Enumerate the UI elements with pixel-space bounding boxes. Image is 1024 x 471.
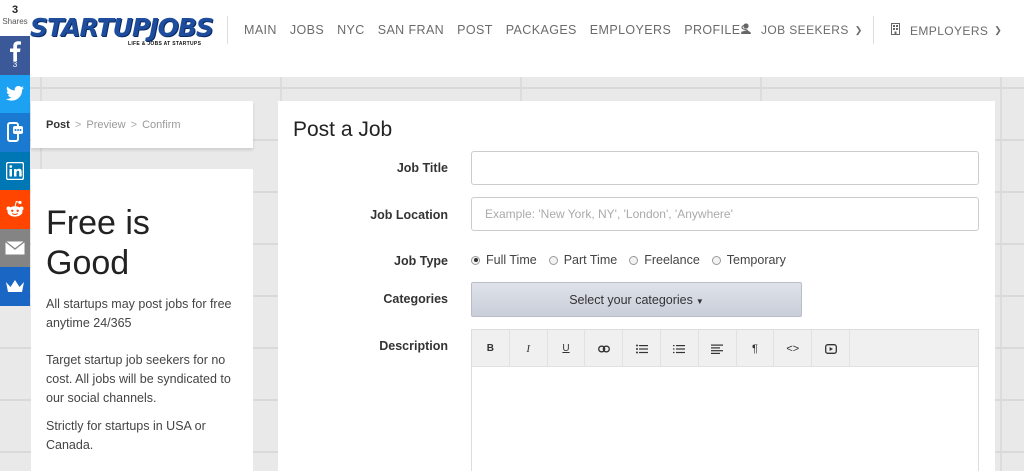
twitter-share-button[interactable] xyxy=(0,74,30,113)
bold-button[interactable]: B xyxy=(472,330,510,367)
breadcrumb-separator: > xyxy=(130,119,138,131)
nav-employers[interactable]: EMPLOYERS xyxy=(590,23,671,37)
paragraph-button[interactable]: ¶ xyxy=(737,330,775,367)
logo-tagline: LIFE & JOBS AT STARTUPS xyxy=(128,41,202,47)
chevron-down-icon: ❯ xyxy=(994,25,1003,35)
breadcrumb-preview: Preview xyxy=(86,119,126,131)
description-editor: B I U ¶ <> xyxy=(471,329,979,471)
caret-down-icon: ▼ xyxy=(695,296,704,306)
breadcrumb: Post > Preview > Confirm xyxy=(31,101,253,148)
header-divider-2 xyxy=(873,16,874,44)
job-type-label: Job Type xyxy=(394,254,448,268)
job-type-full-time[interactable]: Full Time xyxy=(471,253,537,267)
description-label: Description xyxy=(379,339,448,353)
nav-packages[interactable]: PACKAGES xyxy=(506,23,577,37)
sms-icon xyxy=(7,122,23,143)
editor-toolbar: B I U ¶ <> xyxy=(472,330,978,367)
facebook-share-button[interactable]: 3 xyxy=(0,36,30,75)
sms-share-button[interactable] xyxy=(0,113,30,152)
code-button[interactable]: <> xyxy=(774,330,813,367)
email-icon xyxy=(5,240,25,255)
promo-headline-line2: Good xyxy=(46,244,130,282)
post-job-form: Post a Job Job Title Job Location Job Ty… xyxy=(278,101,995,471)
categories-dropdown-button[interactable]: Select your categories ▼ xyxy=(471,282,802,317)
job-type-freelance[interactable]: Freelance xyxy=(629,253,700,267)
link-button[interactable] xyxy=(585,330,624,367)
video-button[interactable] xyxy=(812,330,850,367)
radio-selected[interactable] xyxy=(471,255,480,265)
job-location-label: Job Location xyxy=(370,208,448,222)
linkedin-icon xyxy=(6,161,24,180)
employers-dropdown[interactable]: EMPLOYERS ❯ xyxy=(891,23,1002,38)
radio-label: Temporary xyxy=(726,253,786,267)
twitter-icon xyxy=(6,86,24,101)
job-seekers-dropdown[interactable]: JOB SEEKERS ❯ xyxy=(741,23,863,37)
share-count-label: Shares xyxy=(2,17,28,26)
main-nav: MAIN JOBS NYC SAN FRAN POST PACKAGES EMP… xyxy=(244,23,762,37)
radio-label: Freelance xyxy=(644,253,700,267)
underline-button[interactable]: U xyxy=(548,330,586,367)
employers-label: EMPLOYERS xyxy=(910,23,989,38)
numbered-list-button[interactable] xyxy=(661,330,699,367)
sumo-share-button[interactable] xyxy=(0,267,30,306)
job-location-input[interactable] xyxy=(471,197,979,231)
nav-profiles[interactable]: PROFILES xyxy=(684,23,749,37)
logo-wordmark: STARTUPJOBS xyxy=(30,13,214,42)
bullet-list-button[interactable] xyxy=(623,330,661,367)
header-divider xyxy=(227,16,228,44)
job-title-label: Job Title xyxy=(396,161,448,175)
social-share-bar: 3 Shares 3 xyxy=(0,0,30,471)
reddit-share-button[interactable] xyxy=(0,190,30,229)
site-logo[interactable]: STARTUPJOBS LIFE & JOBS AT STARTUPS xyxy=(30,12,214,52)
job-type-temporary[interactable]: Temporary xyxy=(711,253,786,267)
video-icon xyxy=(824,343,837,354)
bullet-list-icon xyxy=(635,344,648,353)
radio-unselected[interactable] xyxy=(711,255,721,265)
breadcrumb-separator: > xyxy=(74,119,82,131)
radio-unselected[interactable] xyxy=(548,255,558,265)
reddit-icon xyxy=(6,201,24,217)
site-header: STARTUPJOBS LIFE & JOBS AT STARTUPS MAIN… xyxy=(0,0,1024,77)
share-counter: 3 Shares xyxy=(0,0,30,36)
italic-button[interactable]: I xyxy=(510,330,548,367)
building-icon xyxy=(891,23,900,38)
chevron-down-icon: ❯ xyxy=(854,24,863,35)
categories-label: Categories xyxy=(383,292,448,306)
promo-text-2: Target startup job seekers for no cost. … xyxy=(46,353,231,405)
nav-san-fran[interactable]: SAN FRAN xyxy=(378,23,444,37)
numbered-list-icon xyxy=(673,344,686,353)
align-button[interactable] xyxy=(699,330,737,367)
nav-nyc[interactable]: NYC xyxy=(337,23,365,37)
job-title-input[interactable] xyxy=(471,151,979,185)
linkedin-share-button[interactable] xyxy=(0,151,30,190)
radio-label: Full Time xyxy=(486,253,537,267)
promo-panel: Free is Good All startups may post jobs … xyxy=(31,169,253,471)
form-title: Post a Job xyxy=(293,118,393,141)
share-count: 3 xyxy=(11,4,19,16)
crown-icon xyxy=(6,280,24,293)
nav-main[interactable]: MAIN xyxy=(244,23,277,37)
link-icon xyxy=(597,345,610,352)
email-share-button[interactable] xyxy=(0,228,30,267)
facebook-icon xyxy=(10,41,21,62)
breadcrumb-confirm: Confirm xyxy=(142,119,181,131)
user-icon xyxy=(741,23,751,37)
radio-label: Part Time xyxy=(563,253,618,267)
promo-headline-line1: Free is xyxy=(46,204,150,242)
promo-text-3: Strictly for startups in USA or Canada. xyxy=(46,419,206,452)
nav-post[interactable]: POST xyxy=(457,23,493,37)
facebook-share-count: 3 xyxy=(12,60,18,70)
job-type-group: Full Time Part Time Freelance Temporary xyxy=(471,253,798,267)
radio-unselected[interactable] xyxy=(629,255,639,265)
align-icon xyxy=(711,344,724,354)
job-type-part-time[interactable]: Part Time xyxy=(548,253,618,267)
categories-button-label: Select your categories xyxy=(569,292,693,307)
promo-text-1: All startups may post jobs for free anyt… xyxy=(46,297,232,330)
job-seekers-label: JOB SEEKERS xyxy=(761,23,849,37)
nav-jobs[interactable]: JOBS xyxy=(290,23,324,37)
promo-headline: Free is Good xyxy=(46,203,238,283)
breadcrumb-post: Post xyxy=(46,119,70,131)
